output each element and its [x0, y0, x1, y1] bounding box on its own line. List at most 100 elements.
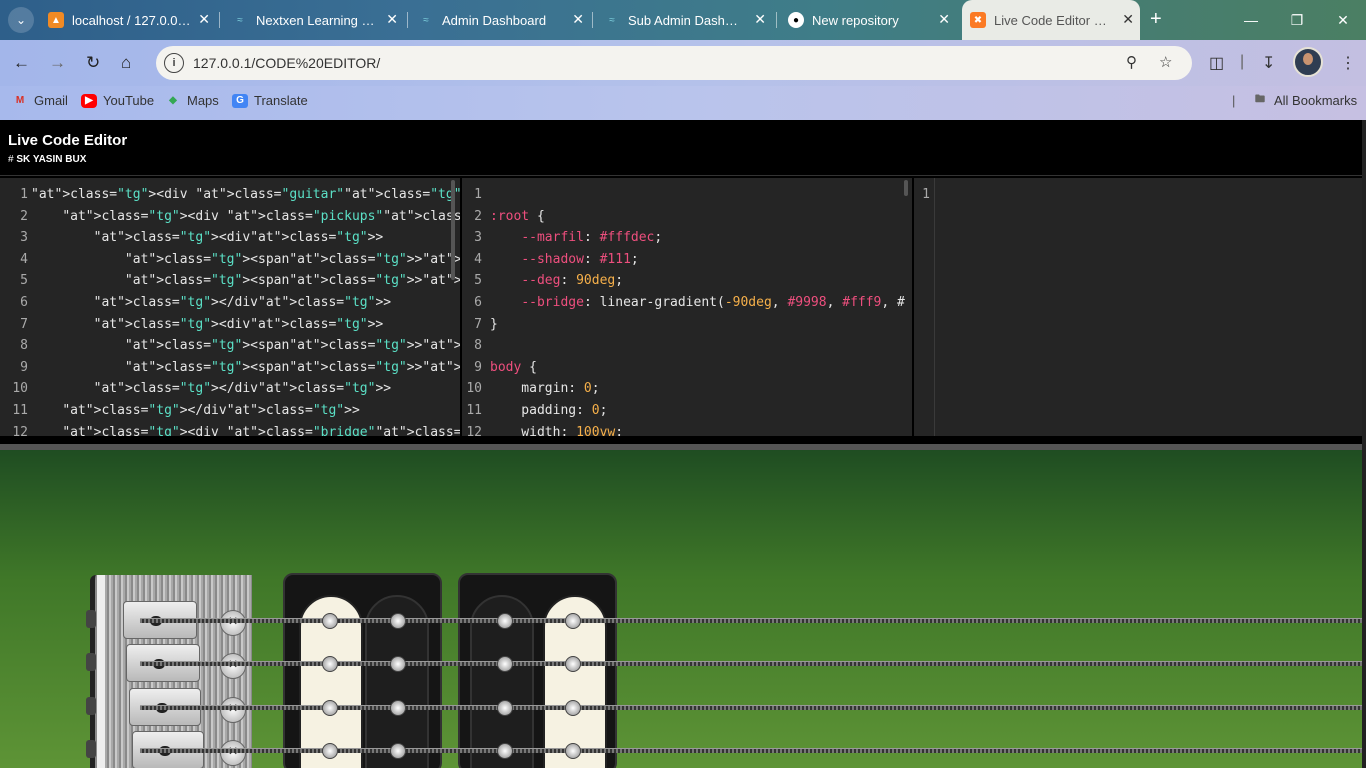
line-number: 7	[20, 316, 28, 332]
bookmark-maps[interactable]: ◆ Maps	[165, 93, 219, 108]
new-tab-icon[interactable]: +	[1150, 9, 1162, 29]
subtitle-hash: #	[8, 154, 14, 165]
pickup-pole	[565, 613, 581, 629]
code-line[interactable]: "at">class="tg"><div "at">class="bridge"…	[31, 422, 460, 436]
tab-live-code-editor[interactable]: ✖ Live Code Editor | Yas... ✕	[962, 0, 1140, 40]
forward-icon[interactable]: →	[49, 53, 66, 73]
bookmark-star-icon[interactable]: ☆	[1159, 53, 1172, 71]
bridge-screw: ×	[220, 653, 246, 679]
code-line[interactable]: --deg: 90deg;	[490, 270, 910, 292]
code-line[interactable]: :root {	[490, 206, 910, 228]
line-number: 1	[922, 187, 930, 202]
home-icon[interactable]: ⌂	[121, 53, 131, 73]
menu-icon[interactable]: ⋮	[1340, 53, 1356, 73]
restore-icon[interactable]: ❐	[1274, 0, 1320, 40]
close-icon[interactable]: ✕	[386, 11, 398, 28]
pickup-pole	[565, 656, 581, 672]
code-line[interactable]: "at">class="tg"><div "at">class="guitar"…	[31, 184, 460, 206]
js-editor[interactable]: 1	[914, 178, 1362, 436]
address-bar[interactable]: i 127.0.0.1/CODE%20EDITOR/ ⚲ ☆	[156, 46, 1192, 80]
folder-icon: 🖿	[1255, 94, 1265, 105]
reload-icon[interactable]: ↻	[86, 53, 100, 73]
html-code[interactable]: "at">class="tg"><div "at">class="guitar"…	[31, 184, 460, 436]
line-number: 11	[466, 402, 482, 418]
code-line[interactable]: "at">class="tg"><span"at">class="tg">>"a…	[31, 270, 460, 292]
code-line[interactable]: "at">class="tg"></div"at">class="tg">>	[31, 378, 460, 400]
avatar[interactable]	[1293, 47, 1323, 77]
css-editor[interactable]: 1 2 3 4 5 6 7 8 9 10 11 12 :root { --marfil: #fffde…	[462, 178, 912, 436]
zoom-icon[interactable]: ⚲	[1126, 53, 1137, 71]
line-number: 6	[20, 294, 28, 310]
code-line[interactable]: body {	[490, 357, 910, 379]
pickup-pole	[322, 613, 338, 629]
code-line[interactable]: "at">class="tg"><div "at">class="pickups…	[31, 206, 460, 228]
page-scrollbar[interactable]	[1362, 120, 1366, 768]
code-line[interactable]	[490, 184, 910, 206]
line-number: 7	[474, 316, 482, 332]
css-code[interactable]: :root { --marfil: #fffdec; --shadow: #11…	[490, 184, 910, 436]
downloads-icon[interactable]: ↧	[1262, 53, 1275, 73]
close-icon[interactable]: ✕	[754, 11, 766, 28]
pickup-pole	[322, 743, 338, 759]
code-line[interactable]: "at">class="tg"><span"at">class="tg">>"a…	[31, 335, 460, 357]
guitar-pickup	[283, 573, 442, 768]
tab-localhost[interactable]: ▲ localhost / 127.0.0.1 / ... ✕	[40, 6, 216, 34]
extensions-icon[interactable]: ◫	[1209, 53, 1224, 73]
code-line[interactable]	[938, 184, 946, 206]
tab-new-repository[interactable]: ● New repository ✕	[780, 6, 956, 34]
browser-toolbar: ← → ↻ ⌂ i 127.0.0.1/CODE%20EDITOR/ ⚲ ☆ ◫…	[0, 40, 1366, 86]
preview-frame: × × × ×	[0, 450, 1362, 768]
page-content: Live Code Editor # SK YASIN BUX 12345678…	[0, 120, 1366, 768]
code-line[interactable]: "at">class="tg"><div"at">class="tg">>	[31, 227, 460, 249]
code-line[interactable]: padding: 0;	[490, 400, 910, 422]
all-bookmarks[interactable]: 🖿 All Bookmarks	[1252, 93, 1357, 108]
bridge-stub	[86, 653, 96, 671]
address-url[interactable]: 127.0.0.1/CODE%20EDITOR/	[193, 55, 380, 71]
code-line[interactable]: --bridge: linear-gradient(-90deg, #9998,…	[490, 292, 910, 314]
code-line[interactable]: --shadow: #111;	[490, 249, 910, 271]
minimize-icon[interactable]: —	[1228, 0, 1274, 40]
code-line[interactable]: "at">class="tg"><span"at">class="tg">>"a…	[31, 249, 460, 271]
tab-sub-admin-dashboard[interactable]: ≈ Sub Admin Dashboard ✕	[596, 6, 772, 34]
close-icon[interactable]: ✕	[572, 11, 584, 28]
line-number: 10	[12, 381, 28, 397]
tab-search-button[interactable]: ⌄	[8, 7, 34, 33]
html-editor-scrollbar[interactable]	[451, 180, 455, 280]
code-line[interactable]: "at">class="tg"><span"at">class="tg">>"a…	[31, 357, 460, 379]
bookmark-youtube[interactable]: ▶ YouTube	[81, 93, 154, 108]
xampp-icon: ✖	[970, 12, 986, 28]
bookmarks-separator: |	[1232, 93, 1236, 108]
code-line[interactable]: margin: 0;	[490, 378, 910, 400]
line-number: 1	[474, 187, 482, 202]
close-icon[interactable]: ✕	[1122, 11, 1134, 28]
code-line[interactable]: --marfil: #fffdec;	[490, 227, 910, 249]
author-name: SK YASIN BUX	[16, 154, 87, 165]
code-line[interactable]: "at">class="tg"><div"at">class="tg">>	[31, 314, 460, 336]
bookmark-translate[interactable]: G Translate	[232, 93, 308, 108]
code-line[interactable]: }	[490, 314, 910, 336]
line-number: 11	[12, 402, 28, 418]
line-number: 8	[20, 338, 28, 354]
pickup-pole	[390, 613, 406, 629]
line-number: 2	[474, 208, 482, 224]
code-line[interactable]	[490, 335, 910, 357]
bookmark-gmail[interactable]: M Gmail	[12, 93, 68, 108]
github-icon: ●	[788, 12, 804, 28]
line-number: 10	[466, 381, 482, 397]
close-icon[interactable]: ✕	[198, 11, 210, 28]
css-editor-scrollbar[interactable]	[904, 180, 908, 196]
code-line[interactable]: width: 100vw;	[490, 422, 910, 436]
site-info-icon[interactable]: i	[164, 53, 184, 73]
gmail-icon: M	[15, 95, 25, 106]
code-line[interactable]: "at">class="tg"></div"at">class="tg">>	[31, 292, 460, 314]
back-icon[interactable]: ←	[13, 53, 30, 73]
window-close-icon[interactable]: ✕	[1320, 0, 1366, 40]
html-editor[interactable]: 1 2 3 4 5 6 7 8 9 10 11 12 "at">class="tg"><div "at…	[0, 178, 460, 436]
translate-icon: G	[232, 93, 248, 108]
close-icon[interactable]: ✕	[938, 11, 950, 28]
js-code[interactable]	[938, 184, 946, 206]
tab-nextxen[interactable]: ≈ Nextxen Learning :: H... ✕	[224, 6, 404, 34]
tab-admin-dashboard[interactable]: ≈ Admin Dashboard ✕	[410, 6, 590, 34]
line-number: 2	[20, 208, 28, 224]
code-line[interactable]: "at">class="tg"></div"at">class="tg">>	[31, 400, 460, 422]
